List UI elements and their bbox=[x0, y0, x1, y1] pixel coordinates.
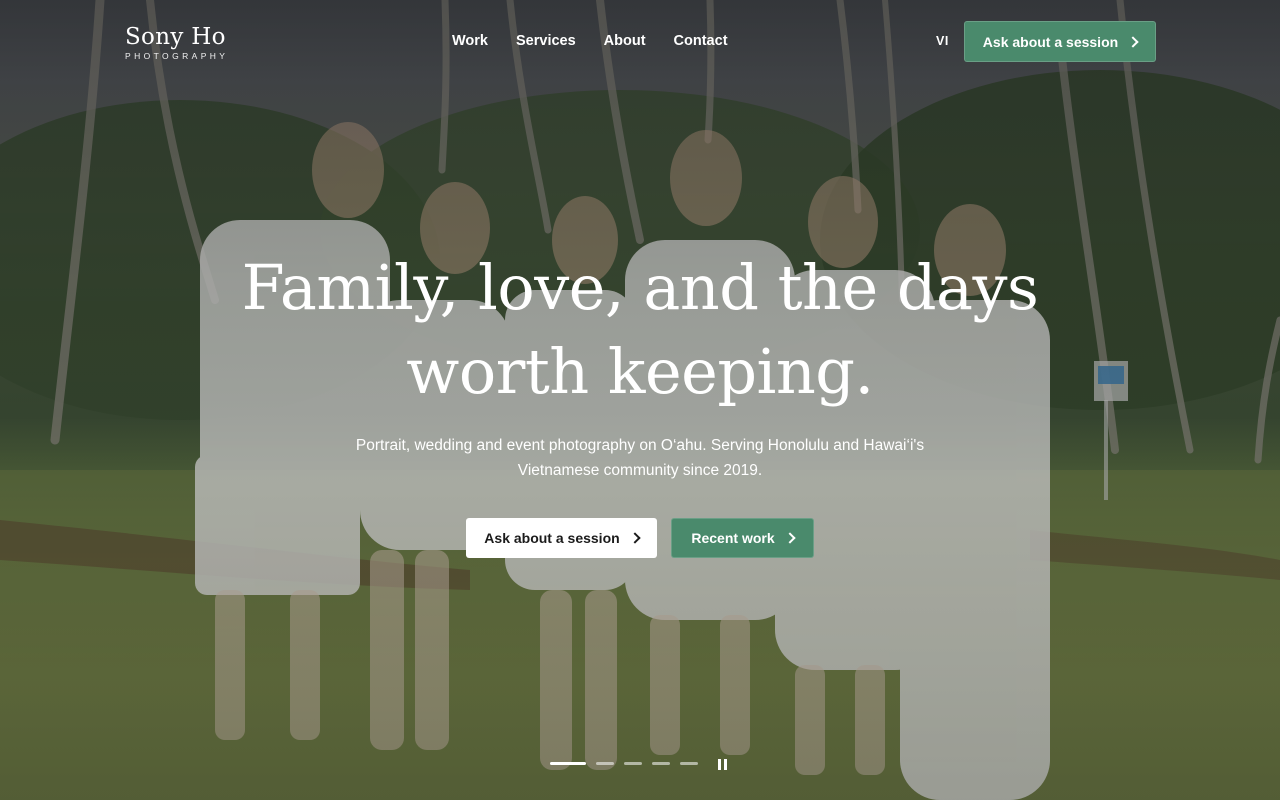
language-switcher[interactable]: VI bbox=[936, 34, 949, 48]
header-ask-session-label: Ask about a session bbox=[982, 33, 1119, 50]
recent-work-label: Recent work bbox=[691, 530, 775, 546]
carousel-dot-1[interactable] bbox=[550, 762, 586, 765]
nav-item-contact[interactable]: Contact bbox=[674, 32, 728, 50]
brand-tagline: PHOTOGRAPHY bbox=[125, 51, 229, 61]
nav-item-work[interactable]: Work bbox=[452, 32, 488, 50]
main-nav: Work Services About Contact bbox=[452, 32, 756, 50]
recent-work-button[interactable]: Recent work bbox=[671, 518, 814, 558]
chevron-right-icon bbox=[1127, 35, 1139, 48]
brand-logo[interactable]: Sony Ho PHOTOGRAPHY bbox=[125, 24, 228, 61]
carousel-dot-5[interactable] bbox=[680, 762, 698, 765]
chevron-right-icon bbox=[629, 532, 641, 544]
header-ask-session-button[interactable]: Ask about a session bbox=[964, 21, 1156, 62]
carousel-indicators bbox=[550, 762, 698, 765]
nav-item-services[interactable]: Services bbox=[516, 32, 576, 50]
chevron-right-icon bbox=[783, 532, 796, 544]
hero-cta-group: Ask about a session Recent work bbox=[466, 518, 814, 558]
carousel-dot-4[interactable] bbox=[652, 762, 670, 765]
hero-headline: Family, love, and the days worth keeping… bbox=[0, 246, 1280, 414]
pause-icon[interactable] bbox=[718, 759, 730, 771]
nav-item-about[interactable]: About bbox=[604, 32, 646, 50]
hero-headline-line-1: Family, love, and the days bbox=[241, 251, 1039, 324]
site-header: Sony Ho PHOTOGRAPHY Work Services About … bbox=[0, 0, 1280, 84]
hero-subtext: Portrait, wedding and event photography … bbox=[355, 437, 925, 479]
hero-headline-line-2: worth keeping. bbox=[406, 335, 874, 408]
brand-name: Sony Ho bbox=[125, 24, 226, 50]
ask-session-button[interactable]: Ask about a session bbox=[466, 518, 657, 558]
hero-section: Sony Ho PHOTOGRAPHY Work Services About … bbox=[0, 0, 1280, 800]
carousel-dot-2[interactable] bbox=[596, 762, 614, 765]
carousel-dot-3[interactable] bbox=[624, 762, 642, 765]
ask-session-label: Ask about a session bbox=[484, 530, 620, 546]
